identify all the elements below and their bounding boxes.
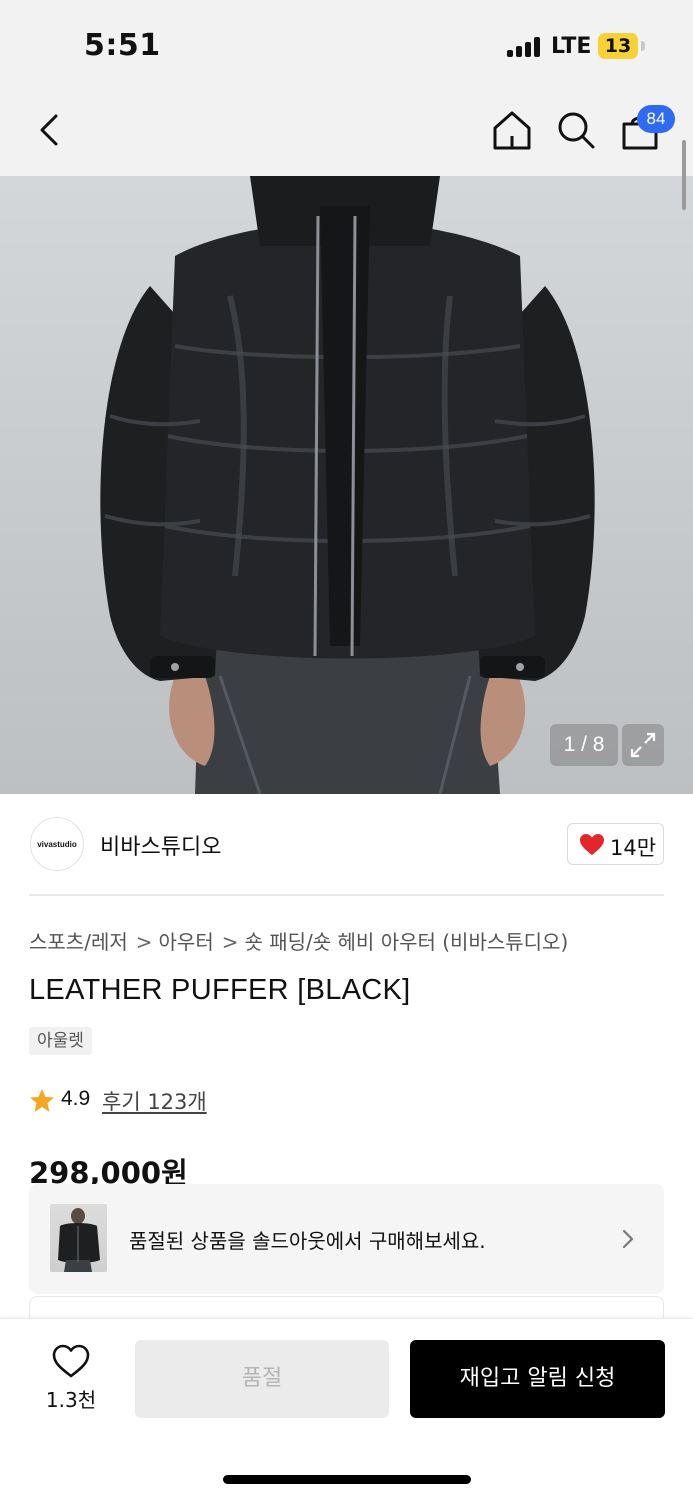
brand-logo[interactable]: vivastudio [30, 817, 84, 871]
battery-tip [641, 41, 645, 51]
chevron-right-icon [622, 1229, 634, 1249]
scrollbar[interactable] [682, 140, 686, 210]
home-indicator [223, 1475, 471, 1484]
product-image[interactable] [0, 176, 693, 794]
product-title: LEATHER PUFFER [BLACK] [29, 974, 411, 1006]
wishlist-button[interactable]: 1.3천 [40, 1343, 102, 1415]
chevron-left-icon [40, 114, 58, 146]
restock-alert-button[interactable]: 재입고 알림 신청 [410, 1340, 665, 1418]
status-time: 5:51 [84, 28, 161, 63]
breadcrumb-item[interactable]: 스포츠/레저 [29, 930, 128, 954]
signal-icon [507, 37, 543, 57]
network-label: LTE [551, 34, 592, 59]
brand-name[interactable]: 비바스튜디오 [100, 829, 221, 861]
search-button[interactable] [554, 108, 598, 152]
heart-filled-icon [580, 834, 604, 855]
breadcrumb-item[interactable]: 숏 패딩/숏 헤비 아우터 (비바스튜디오) [244, 930, 568, 954]
soldout-button[interactable]: 품절 [135, 1340, 389, 1418]
breadcrumb: 스포츠/레저 > 아우터 > 숏 패딩/숏 헤비 아우터 (비바스튜디오) [29, 926, 568, 955]
chevron-right-icon: > [221, 930, 239, 954]
chevron-right-icon: > [135, 930, 153, 954]
status-bar: 5:51 LTE 13 [0, 0, 693, 90]
back-button[interactable] [30, 108, 70, 152]
jacket-illustration [100, 176, 595, 794]
breadcrumb-item[interactable]: 아우터 [159, 930, 214, 954]
home-button[interactable] [490, 108, 534, 152]
expand-icon [630, 732, 656, 758]
heart-outline-icon [52, 1344, 90, 1378]
brand-like-count: 14만 [610, 836, 657, 860]
wishlist-count: 1.3천 [45, 1388, 97, 1412]
divider [29, 894, 664, 896]
rating-value: 4.9 [61, 1087, 91, 1110]
banner-thumbnail [50, 1204, 107, 1272]
review-link[interactable]: 후기 123개 [102, 1086, 207, 1116]
brand-like-button[interactable]: 14만 [567, 823, 664, 865]
soldout-banner-text: 품절된 상품을 솔드아웃에서 구매해보세요. [129, 1229, 486, 1253]
home-icon [493, 111, 531, 150]
jacket-thumbnail-illustration [58, 1208, 100, 1272]
soldout-banner[interactable]: 품절된 상품을 솔드아웃에서 구매해보세요. [29, 1184, 664, 1294]
expand-button[interactable] [622, 724, 664, 766]
battery-icon: 13 [598, 33, 638, 59]
cart-count-badge: 84 [637, 105, 675, 133]
search-icon [558, 112, 595, 149]
image-counter: 1 / 8 [550, 724, 618, 766]
outlet-tag: 아울렛 [29, 1027, 92, 1055]
star-icon [30, 1089, 54, 1112]
